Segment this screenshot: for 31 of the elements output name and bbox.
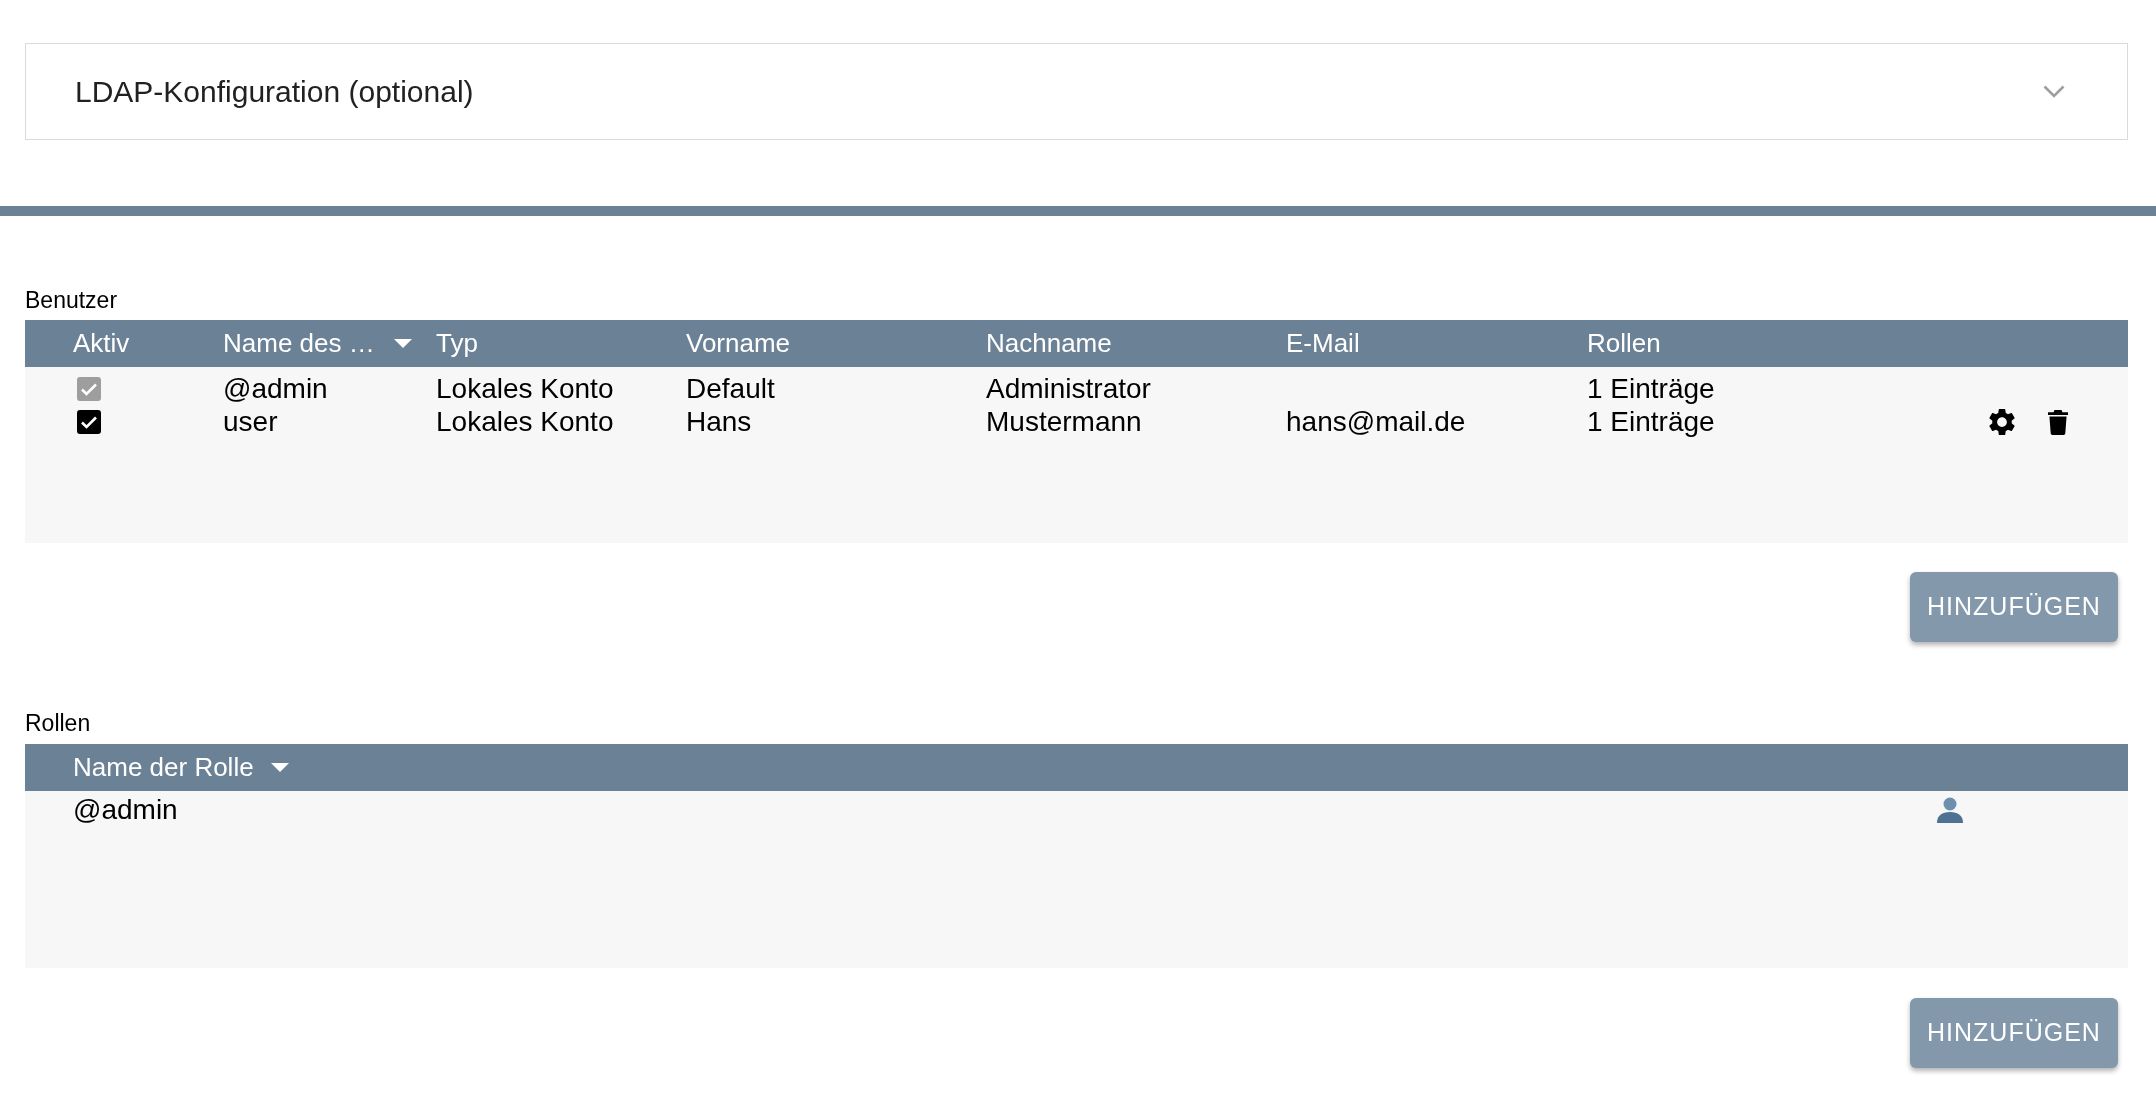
table-cell-text: Mustermann — [986, 405, 1143, 439]
table-cell-text: Hans — [686, 405, 753, 439]
column-header[interactable]: Aktiv — [73, 324, 130, 363]
trash-icon[interactable] — [2048, 409, 2068, 435]
accordion-header[interactable]: LDAP-Konfiguration (optional) — [25, 43, 2128, 140]
add-button[interactable]: HINZUFÜGEN — [1910, 998, 2118, 1068]
column-header[interactable]: E-Mail — [1286, 324, 1360, 363]
table-cell-text: 1 Einträge — [1587, 372, 1716, 406]
column-header[interactable]: Rollen — [1587, 324, 1661, 363]
column-header[interactable]: Vorname — [686, 324, 791, 363]
column-header[interactable]: Nachname — [986, 324, 1112, 363]
person-icon[interactable] — [1936, 796, 1964, 823]
column-header[interactable]: Name der Rolle — [73, 748, 254, 787]
table-cell-text: Lokales Konto — [436, 405, 615, 439]
add-button[interactable]: HINZUFÜGEN — [1910, 572, 2118, 642]
table-cell-text: Lokales Konto — [436, 372, 615, 406]
settings-icon[interactable] — [1989, 409, 2015, 435]
table-cell-text: @admin — [223, 372, 329, 406]
table-cell-text: Default — [686, 372, 776, 406]
sort-caret-icon[interactable] — [394, 339, 412, 348]
column-header[interactable]: Name des … — [223, 324, 375, 363]
checkbox[interactable] — [77, 410, 101, 434]
sort-caret-icon[interactable] — [271, 763, 289, 772]
table-cell-text: 1 Einträge — [1587, 405, 1716, 439]
table-cell-text: user — [223, 405, 279, 439]
column-header[interactable]: Typ — [436, 324, 478, 363]
table-cell-text: hans@mail.de — [1286, 405, 1467, 439]
section-label: Rollen — [25, 709, 92, 737]
table-cell-text: Administrator — [986, 372, 1152, 406]
table-cell-text: @admin — [73, 792, 178, 827]
section-label: Benutzer — [25, 286, 119, 314]
